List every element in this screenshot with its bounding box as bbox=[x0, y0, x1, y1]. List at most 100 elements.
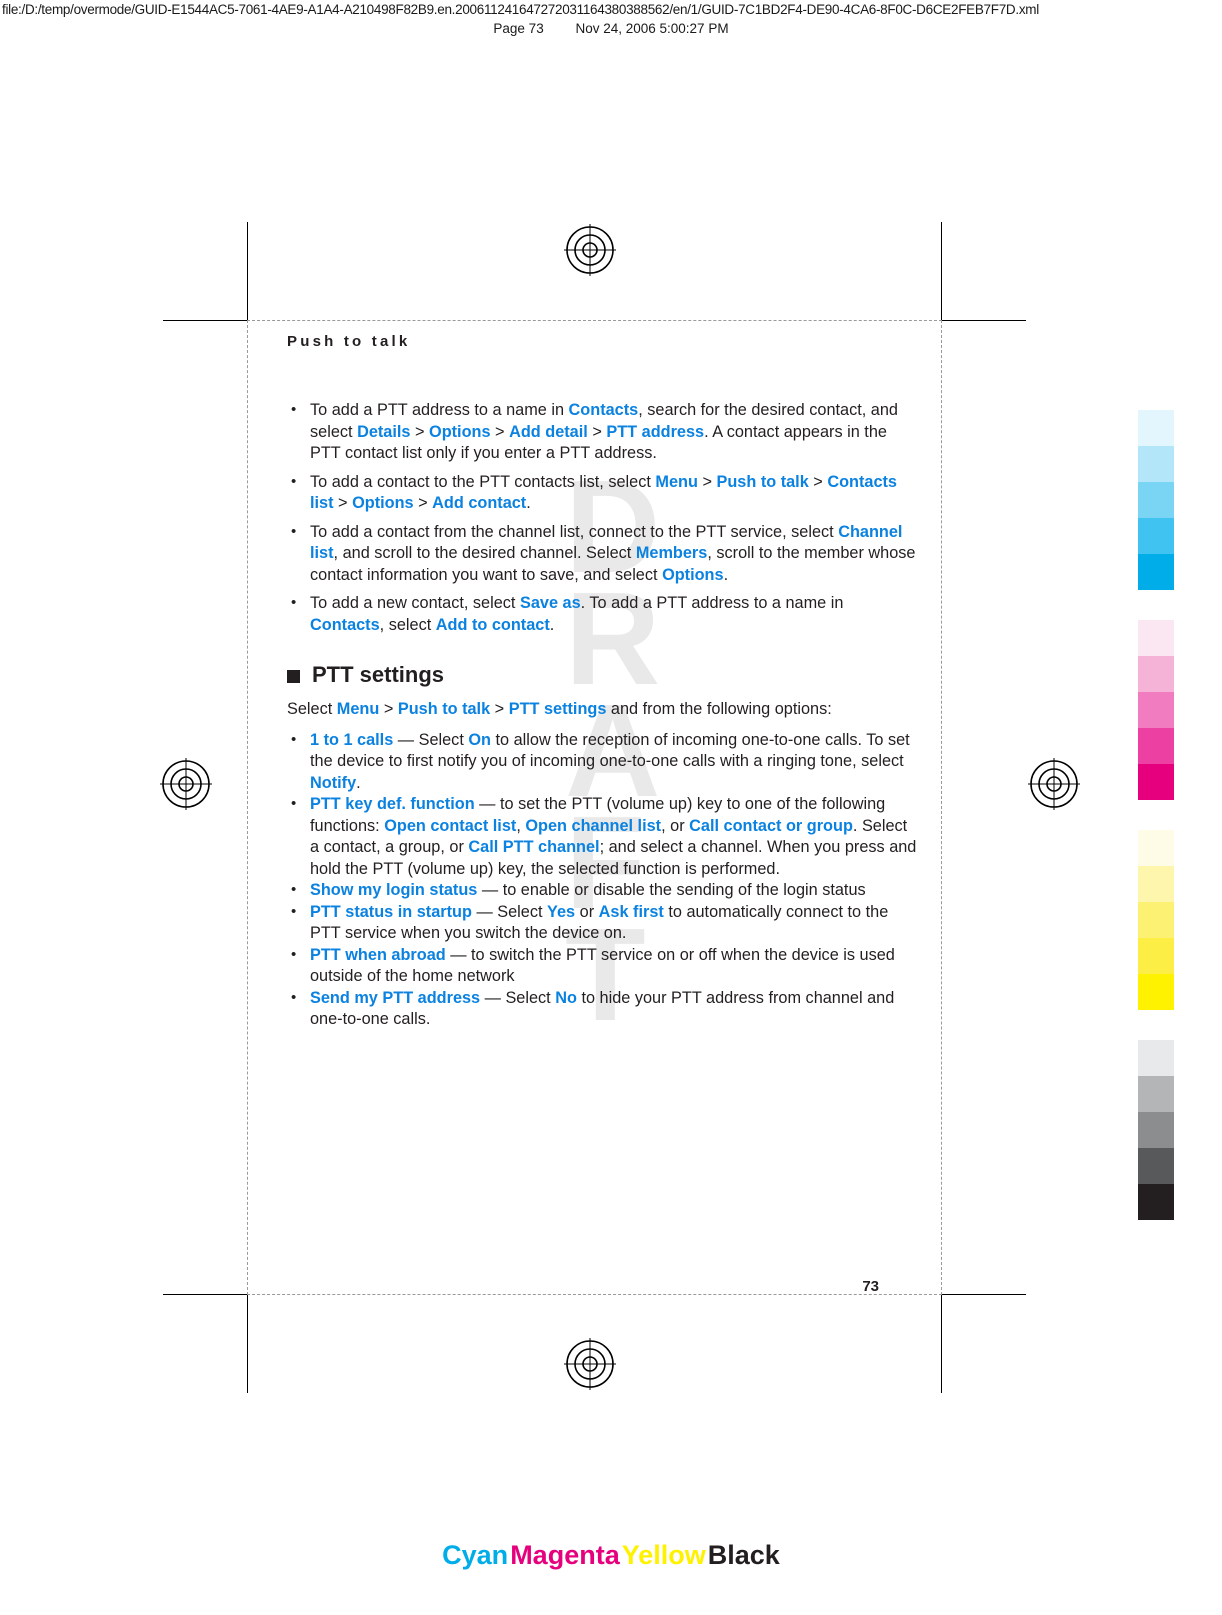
ui-term: Push to talk bbox=[397, 700, 491, 718]
ui-term: Add to contact bbox=[435, 615, 550, 634]
color-swatch-black bbox=[1138, 1076, 1174, 1112]
body-text-run: > bbox=[587, 422, 607, 441]
ui-term: Call contact or group bbox=[689, 816, 853, 835]
color-name-black: Black bbox=[707, 1540, 780, 1570]
color-names-bar: CyanMagentaYellowBlack bbox=[0, 1540, 1222, 1571]
body-text-run: > bbox=[697, 472, 717, 491]
ui-term: Open contact list bbox=[384, 816, 517, 835]
ui-term: Contacts bbox=[310, 615, 380, 634]
ui-term: Add detail bbox=[509, 422, 588, 441]
crop-mark-top-horizontal bbox=[163, 320, 247, 321]
ui-term: Options bbox=[662, 565, 724, 584]
body-text-run: Select bbox=[287, 700, 337, 718]
crop-mark-left-vertical-b bbox=[247, 1295, 248, 1393]
body-text-run: > bbox=[410, 422, 430, 441]
page-folio: 73 bbox=[862, 1278, 879, 1295]
body-text-run: . bbox=[549, 615, 555, 634]
ui-term: Send my PTT address bbox=[310, 988, 481, 1007]
color-swatch-yellow bbox=[1138, 866, 1174, 902]
ui-term: Show my login status bbox=[310, 881, 478, 899]
body-text-run: . To add a PTT address to a name in bbox=[580, 594, 844, 612]
ui-term: Notify bbox=[310, 773, 357, 792]
color-swatch-magenta bbox=[1138, 692, 1174, 728]
body-text-run: — to enable or disable the sending of th… bbox=[477, 881, 866, 899]
body-text-run: To add a contact from the channel list, … bbox=[310, 522, 839, 541]
ui-term: 1 to 1 calls bbox=[310, 730, 394, 749]
color-swatch-cyan bbox=[1138, 410, 1174, 446]
print-header-url: file:/D:/temp/overmode/GUID-E1544AC5-706… bbox=[2, 2, 1039, 17]
body-text-run: To add a contact to the PTT contacts lis… bbox=[310, 472, 656, 491]
list-item: PTT when abroad — to switch the PTT serv… bbox=[287, 944, 919, 988]
body-text-run: . bbox=[723, 565, 729, 584]
color-swatch-black bbox=[1138, 1184, 1174, 1220]
list-item: PTT status in startup — Select Yes or As… bbox=[287, 901, 919, 945]
ptt-settings-bullet-list: 1 to 1 calls — Select On to allow the re… bbox=[287, 729, 919, 1031]
print-preview-page: file:/D:/temp/overmode/GUID-E1544AC5-706… bbox=[0, 0, 1222, 1615]
body-text-area: To add a PTT address to a name in Contac… bbox=[287, 399, 919, 1031]
crop-mark-right-vertical bbox=[941, 222, 942, 320]
ui-term: Members bbox=[635, 544, 708, 562]
body-text-run: , select bbox=[379, 615, 436, 634]
running-head: Push to talk bbox=[287, 333, 411, 350]
ui-term: Ask first bbox=[598, 902, 664, 921]
color-swatch-cyan bbox=[1138, 482, 1174, 518]
body-text-run: , and scroll to the desired channel. Sel… bbox=[333, 544, 636, 562]
color-swatch-black bbox=[1138, 1040, 1174, 1076]
section-heading: PTT settings bbox=[287, 664, 919, 686]
section-heading-label: PTT settings bbox=[312, 662, 445, 687]
ui-term: Contacts bbox=[568, 401, 639, 419]
registration-mark-right bbox=[1028, 758, 1080, 810]
ui-term: Push to talk bbox=[716, 472, 809, 491]
body-text-run: > bbox=[490, 700, 509, 718]
body-text-run: — Select bbox=[480, 988, 556, 1007]
color-name-magenta: Magenta bbox=[510, 1540, 620, 1570]
crop-mark-left-vertical bbox=[247, 222, 248, 320]
ui-term: Call PTT channel bbox=[468, 838, 600, 856]
body-text-run: > bbox=[333, 494, 353, 512]
color-swatch-cyan bbox=[1138, 554, 1174, 590]
registration-mark-bottom bbox=[564, 1338, 616, 1390]
body-text-run: . bbox=[356, 773, 361, 792]
registration-mark-top bbox=[564, 224, 616, 276]
ui-term: Menu bbox=[655, 472, 698, 491]
color-swatch-magenta bbox=[1138, 656, 1174, 692]
body-text-run: . bbox=[526, 494, 531, 512]
body-text-run: and from the following options: bbox=[606, 700, 832, 718]
section-lead-paragraph: Select Menu > Push to talk > PTT setting… bbox=[287, 699, 919, 721]
color-swatch-yellow bbox=[1138, 830, 1174, 866]
body-text-run: — Select bbox=[471, 902, 548, 921]
color-swatch-cyan bbox=[1138, 446, 1174, 482]
crop-mark-right-vertical-b bbox=[941, 1295, 942, 1393]
color-swatch-cyan bbox=[1138, 518, 1174, 554]
body-text-run: To add a new contact, select bbox=[310, 594, 520, 612]
print-header-timestamp: Nov 24, 2006 5:00:27 PM bbox=[575, 21, 729, 36]
ui-term: Save as bbox=[519, 594, 581, 612]
color-swatch-magenta bbox=[1138, 764, 1174, 800]
ui-term: PTT address bbox=[606, 422, 705, 441]
color-swatch-yellow bbox=[1138, 902, 1174, 938]
body-text-run: or bbox=[575, 902, 599, 921]
body-text-run: > bbox=[413, 494, 433, 512]
ui-term: Yes bbox=[547, 902, 576, 921]
crop-mark-bottom-horizontal bbox=[163, 1294, 247, 1295]
list-item: Send my PTT address — Select No to hide … bbox=[287, 987, 919, 1031]
body-text-run: — Select bbox=[393, 730, 469, 749]
ui-term: Options bbox=[429, 422, 491, 441]
intro-bullet-list: To add a PTT address to a name in Contac… bbox=[287, 399, 919, 636]
list-item: To add a PTT address to a name in Contac… bbox=[287, 399, 919, 465]
ui-term: PTT when abroad bbox=[310, 945, 446, 964]
list-item: To add a contact to the PTT contacts lis… bbox=[287, 471, 919, 515]
color-swatch-black bbox=[1138, 1112, 1174, 1148]
print-header-page-label: Page 73 bbox=[493, 21, 544, 36]
section-square-icon bbox=[287, 669, 300, 683]
page-content: Push to talk To add a PTT address to a n… bbox=[247, 320, 942, 1295]
color-name-cyan: Cyan bbox=[442, 1540, 509, 1570]
color-swatch-yellow bbox=[1138, 938, 1174, 974]
ui-term: No bbox=[555, 988, 577, 1007]
ui-term: Details bbox=[357, 422, 411, 441]
color-name-yellow: Yellow bbox=[621, 1540, 706, 1570]
list-item: To add a new contact, select Save as. To… bbox=[287, 592, 919, 636]
list-item: Show my login status — to enable or disa… bbox=[287, 879, 919, 902]
body-text-run: To add a PTT address to a name in bbox=[310, 401, 569, 419]
body-text-run: , or bbox=[661, 816, 690, 835]
